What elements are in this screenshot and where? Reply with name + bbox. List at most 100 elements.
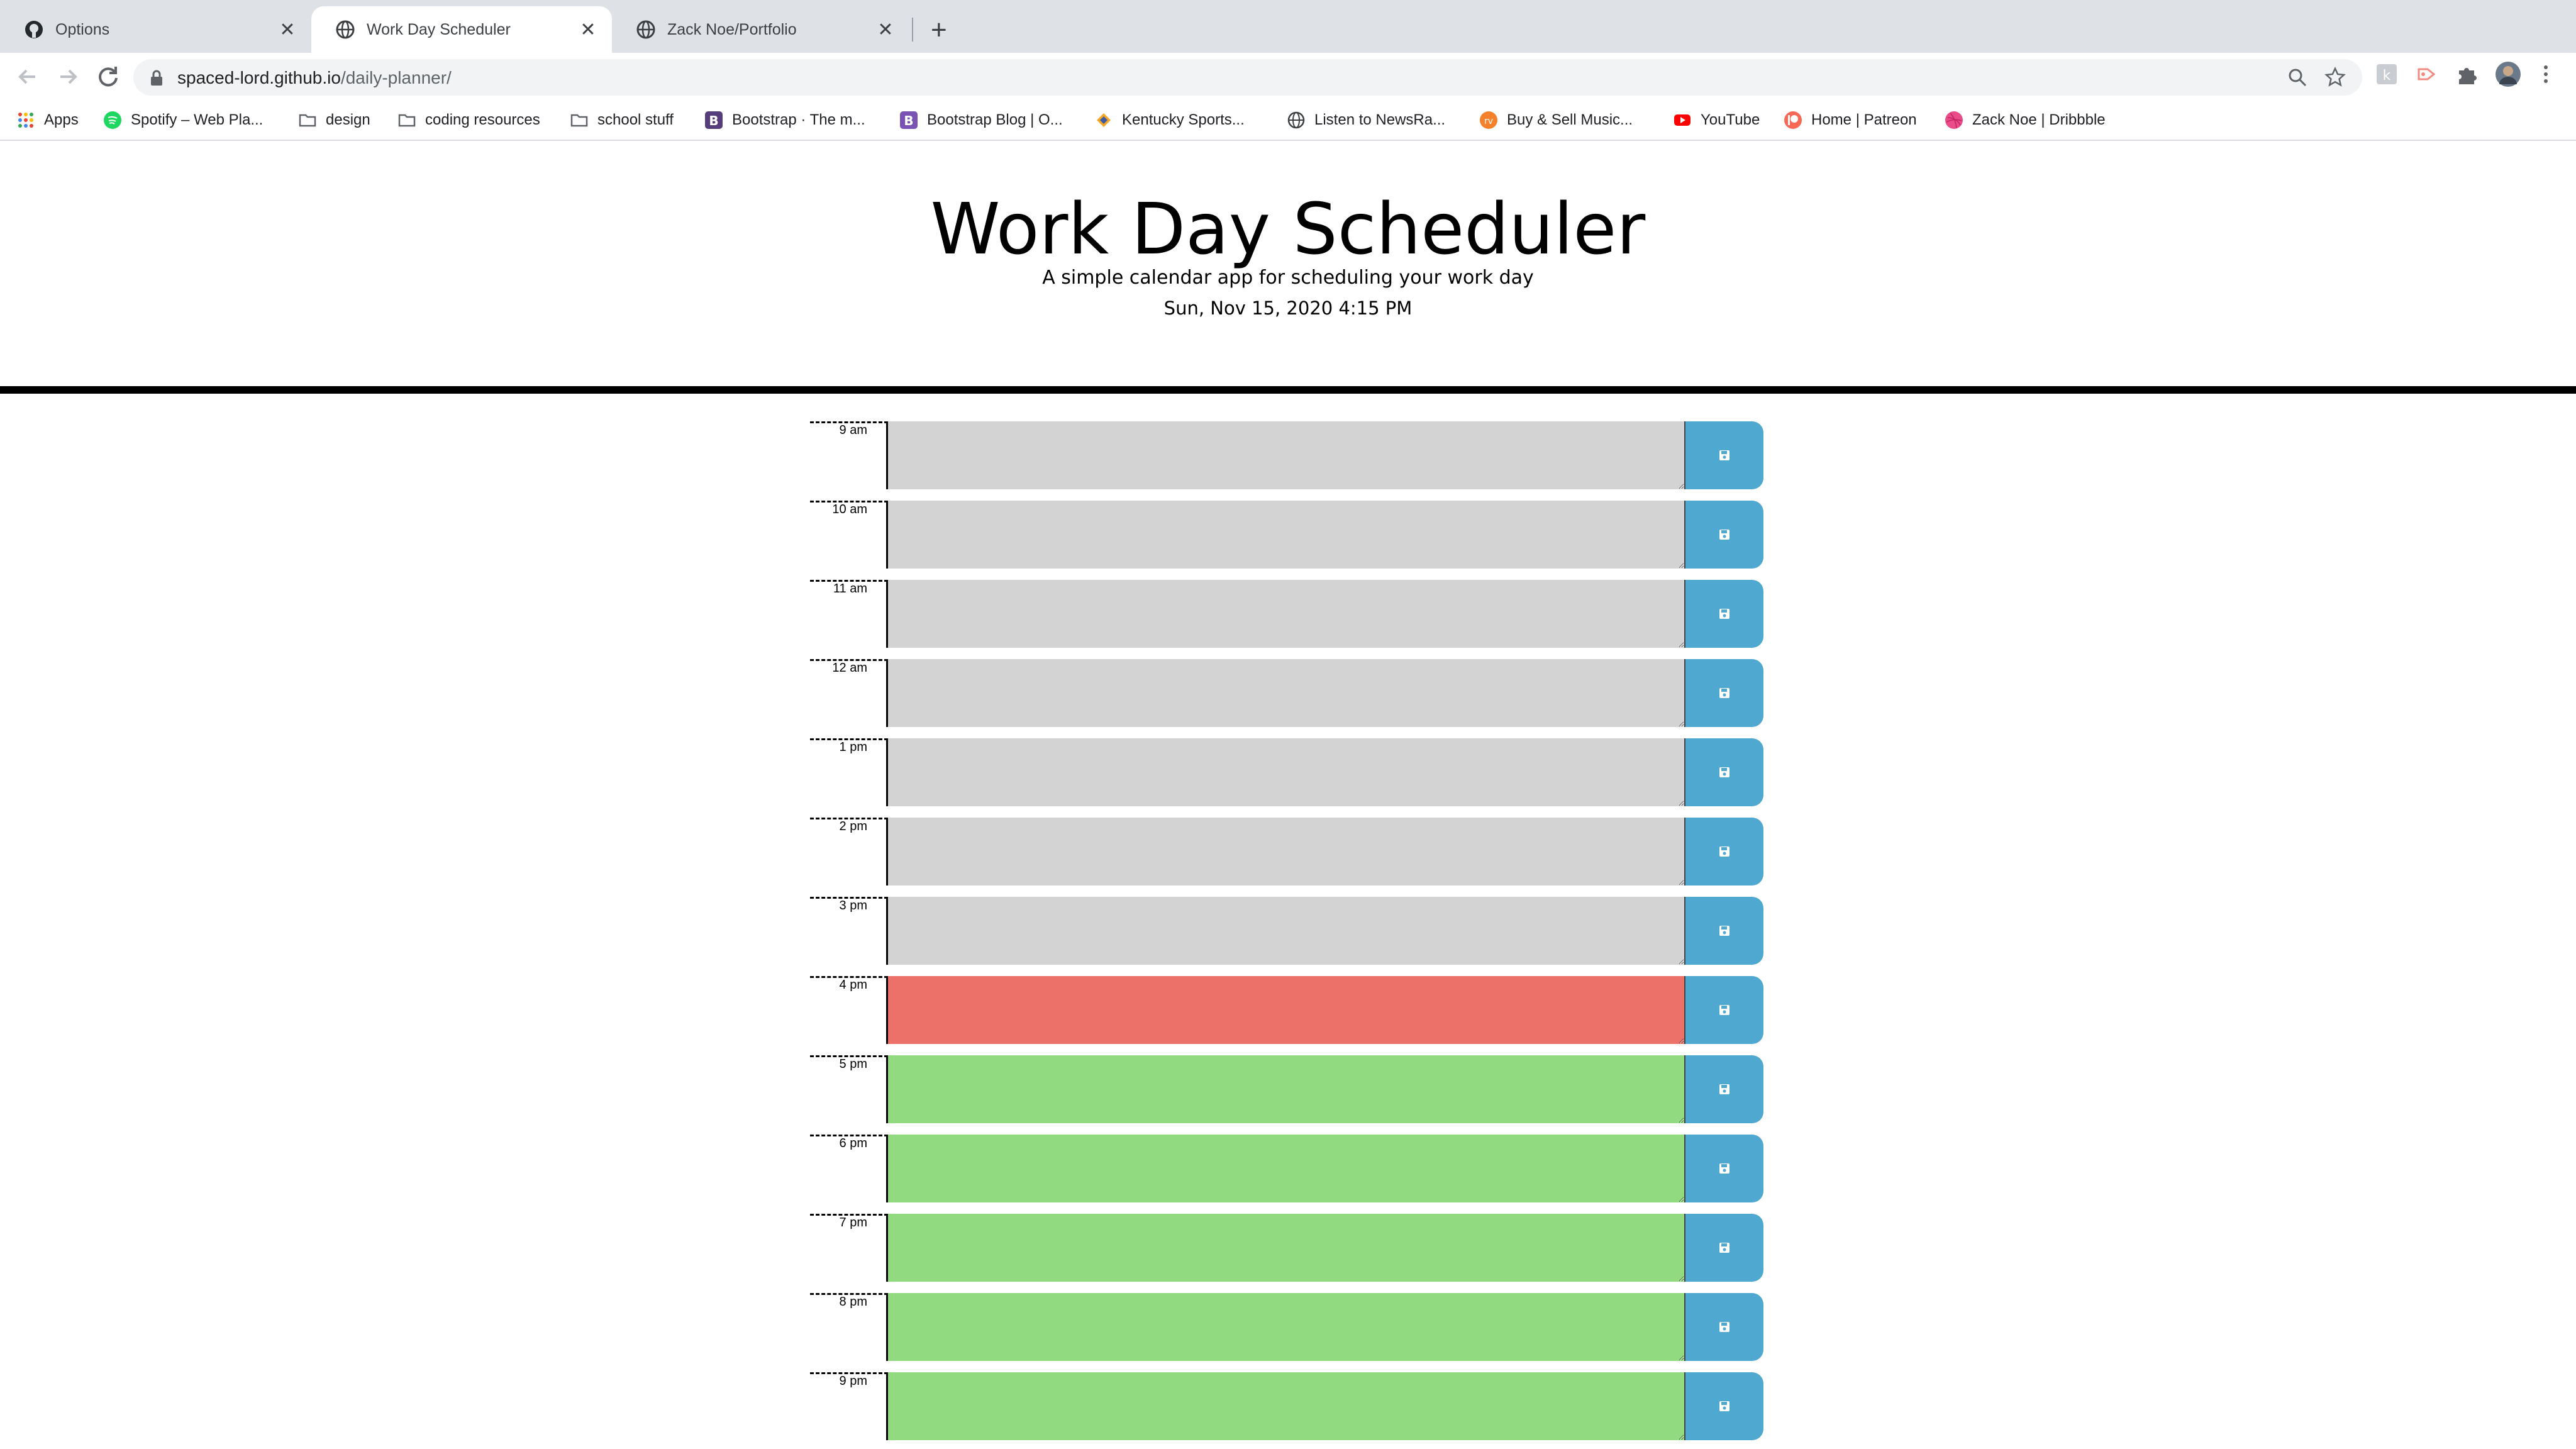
- dribbble-icon: [1945, 111, 1963, 129]
- save-button[interactable]: [1685, 818, 1763, 886]
- hour-label: 6 pm: [810, 1135, 888, 1202]
- save-button[interactable]: [1685, 976, 1763, 1044]
- event-description-input[interactable]: [888, 897, 1685, 965]
- tab-work-day-scheduler[interactable]: Work Day Scheduler ✕: [311, 6, 612, 53]
- youtube-icon: [1674, 114, 1690, 126]
- save-button[interactable]: [1685, 580, 1763, 648]
- save-icon: [1719, 926, 1729, 936]
- bookmarks-bar: Apps Spotify – Web Pla... design coding …: [0, 101, 2576, 141]
- bookmark-kentucky-sports[interactable]: Kentucky Sports...: [1094, 109, 1245, 131]
- time-block-row: 9 am: [810, 421, 1766, 489]
- url-path: /daily-planner/: [340, 68, 452, 87]
- globe-icon: [336, 20, 355, 39]
- close-icon[interactable]: ✕: [277, 19, 297, 41]
- back-arrow-icon[interactable]: [13, 62, 43, 92]
- save-button[interactable]: [1685, 659, 1763, 727]
- save-button[interactable]: [1685, 501, 1763, 569]
- bookmark-label: Apps: [44, 111, 79, 128]
- time-block-row: 8 pm: [810, 1293, 1766, 1361]
- event-description-input[interactable]: [888, 580, 1685, 648]
- save-button[interactable]: [1685, 1135, 1763, 1202]
- kebab-menu-icon[interactable]: [2538, 62, 2553, 87]
- event-description-input[interactable]: [888, 1293, 1685, 1361]
- bookmark-patreon[interactable]: Home | Patreon: [1784, 109, 1917, 131]
- extension-record-icon[interactable]: [2414, 62, 2439, 87]
- save-icon: [1719, 688, 1729, 698]
- event-description-input[interactable]: [888, 1135, 1685, 1202]
- event-description-input[interactable]: [888, 738, 1685, 806]
- tab-title: Work Day Scheduler: [367, 20, 511, 38]
- time-block-row: 6 pm: [810, 1135, 1766, 1202]
- hour-label: 3 pm: [810, 897, 888, 965]
- svg-text:B: B: [904, 113, 913, 128]
- hour-label: 5 pm: [810, 1055, 888, 1123]
- event-description-input[interactable]: [888, 1214, 1685, 1282]
- bookmark-label: Buy & Sell Music...: [1507, 111, 1633, 128]
- event-description-input[interactable]: [888, 421, 1685, 489]
- forward-arrow-icon[interactable]: [53, 62, 83, 92]
- lock-icon[interactable]: [150, 70, 164, 86]
- bookmark-apps[interactable]: Apps: [16, 109, 79, 131]
- reload-icon[interactable]: [93, 62, 123, 92]
- event-description-input[interactable]: [888, 976, 1685, 1044]
- event-description-input[interactable]: [888, 1055, 1685, 1123]
- svg-text:B: B: [709, 113, 718, 128]
- puzzle-extensions-icon[interactable]: [2454, 62, 2479, 87]
- close-icon[interactable]: ✕: [875, 19, 896, 41]
- zoom-icon[interactable]: [2287, 67, 2308, 88]
- bootstrap-icon: B: [705, 111, 723, 129]
- bookmark-label: Zack Noe | Dribbble: [1972, 111, 2106, 128]
- github-icon: [25, 21, 43, 38]
- bookmark-label: Spotify – Web Pla...: [131, 111, 264, 128]
- avatar[interactable]: [2494, 60, 2522, 88]
- bootstrap-icon: B: [900, 111, 918, 129]
- save-icon: [1719, 847, 1729, 857]
- save-icon: [1719, 450, 1729, 460]
- save-button[interactable]: [1685, 738, 1763, 806]
- page-subtitle: A simple calendar app for scheduling you…: [1042, 267, 1534, 289]
- bookmark-dribbble[interactable]: Zack Noe | Dribbble: [1945, 109, 2106, 131]
- address-bar[interactable]: spaced-lord.github.io/daily-planner/: [133, 59, 2362, 96]
- hour-label: 4 pm: [810, 976, 888, 1044]
- save-button[interactable]: [1685, 1372, 1763, 1440]
- bookmark-label: design: [326, 111, 370, 128]
- close-icon[interactable]: ✕: [578, 19, 598, 41]
- bookmark-bootstrap[interactable]: B Bootstrap · The m...: [704, 109, 865, 131]
- bookmark-youtube[interactable]: YouTube: [1673, 109, 1760, 131]
- save-button[interactable]: [1685, 1293, 1763, 1361]
- new-tab-button[interactable]: +: [931, 16, 947, 44]
- bookmark-spotify[interactable]: Spotify – Web Pla...: [103, 109, 263, 131]
- browser-tab-strip: Options ✕ Work Day Scheduler ✕ Zack Noe/…: [0, 0, 2576, 53]
- save-button[interactable]: [1685, 897, 1763, 965]
- tab-portfolio[interactable]: Zack Noe/Portfolio ✕: [612, 6, 909, 53]
- tab-options[interactable]: Options ✕: [0, 6, 311, 53]
- extension-k-icon[interactable]: k: [2374, 62, 2399, 87]
- bookmark-folder-school-stuff[interactable]: school stuff: [570, 109, 674, 131]
- bookmark-newsradio[interactable]: Listen to NewsRa...: [1287, 109, 1445, 131]
- event-description-input[interactable]: [888, 1372, 1685, 1440]
- bookmark-folder-design[interactable]: design: [298, 109, 370, 131]
- bookmark-bootstrap-blog[interactable]: B Bootstrap Blog | O...: [899, 109, 1063, 131]
- spotify-icon: [104, 111, 121, 129]
- bookmark-label: YouTube: [1701, 111, 1760, 128]
- hour-label: 12 am: [810, 659, 888, 727]
- event-description-input[interactable]: [888, 659, 1685, 727]
- bookmark-label: Kentucky Sports...: [1122, 111, 1245, 128]
- hour-label: 2 pm: [810, 818, 888, 886]
- save-button[interactable]: [1685, 1214, 1763, 1282]
- folder-icon: [299, 114, 316, 127]
- time-block-row: 3 pm: [810, 897, 1766, 965]
- event-description-input[interactable]: [888, 501, 1685, 569]
- save-icon: [1719, 1005, 1729, 1015]
- save-button[interactable]: [1685, 1055, 1763, 1123]
- bookmark-folder-coding-resources[interactable]: coding resources: [397, 109, 540, 131]
- save-button[interactable]: [1685, 421, 1763, 489]
- time-block-row: 10 am: [810, 501, 1766, 569]
- event-description-input[interactable]: [888, 818, 1685, 886]
- bookmark-label: coding resources: [425, 111, 540, 128]
- current-day: Sun, Nov 15, 2020 4:15 PM: [1163, 297, 1413, 319]
- reverb-icon: rv: [1480, 111, 1497, 129]
- star-bookmark-icon[interactable]: [2324, 67, 2346, 88]
- bookmark-reverb[interactable]: rv Buy & Sell Music...: [1479, 109, 1633, 131]
- globe-icon: [636, 20, 655, 39]
